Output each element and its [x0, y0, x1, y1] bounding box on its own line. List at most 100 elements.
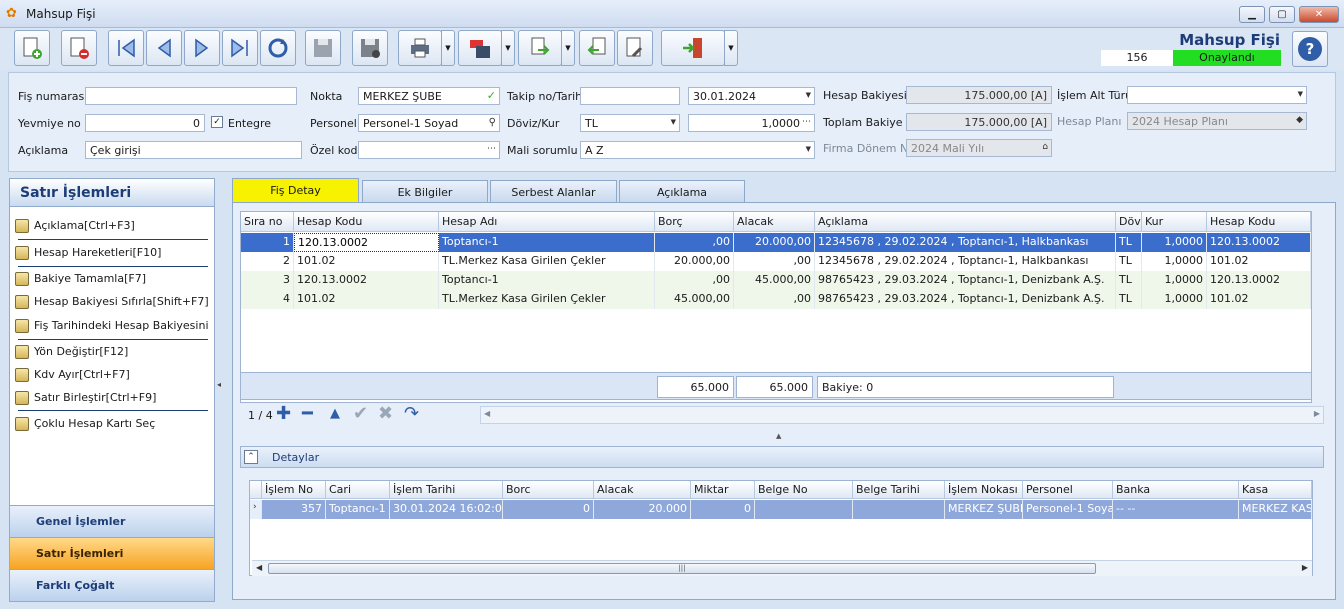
minimize-button[interactable]: ▁: [1239, 6, 1265, 23]
total-borc: 65.000: [657, 376, 734, 398]
nav-genel-islemler[interactable]: Genel İşlemler: [10, 505, 214, 537]
doviz-select[interactable]: TL ▼: [580, 114, 680, 132]
mali-select[interactable]: A Z ▼: [580, 141, 815, 159]
col-header[interactable]: Personel: [1023, 481, 1113, 499]
cell: 120.13.0002: [294, 271, 439, 290]
table-row[interactable]: › 357 Toptancı-1 30.01.2024 16:02:08 0 2…: [250, 500, 1312, 519]
col-header[interactable]: Borç: [655, 212, 734, 232]
nav-satir-islemleri[interactable]: Satır İşlemleri: [10, 537, 214, 569]
col-header[interactable]: Hesap Kodu: [1207, 212, 1311, 232]
print-button[interactable]: [398, 30, 442, 66]
save-close-button[interactable]: [352, 30, 388, 66]
tab-serbest-alanlar[interactable]: Serbest Alanlar: [490, 180, 617, 202]
export-button[interactable]: [518, 30, 562, 66]
tab-ek-bilgiler[interactable]: Ek Bilgiler: [362, 180, 488, 202]
refresh-row-icon[interactable]: ↷: [404, 405, 419, 423]
col-header[interactable]: Alacak: [734, 212, 815, 232]
prev-record-button[interactable]: [146, 30, 182, 66]
cancel-icon[interactable]: ✖: [378, 405, 393, 423]
col-header[interactable]: Hesap Kodu: [294, 212, 439, 232]
last-record-button[interactable]: [222, 30, 258, 66]
menu-fis-tarihindeki[interactable]: Fiş Tarihindeki Hesap Bakiyesini ...: [14, 316, 212, 338]
col-header[interactable]: Banka: [1113, 481, 1239, 499]
tarih-input[interactable]: 30.01.2024 ▼: [688, 87, 815, 105]
personel-input[interactable]: Personel-1 Soyad ⚲: [358, 114, 500, 132]
details-horizontal-scrollbar[interactable]: ◀ ||| ▶: [252, 560, 1312, 576]
menu-yon-degistir[interactable]: Yön Değiştir[F12]: [14, 342, 212, 364]
col-header[interactable]: Hesap Adı: [439, 212, 655, 232]
col-header[interactable]: Belge No: [755, 481, 853, 499]
col-header[interactable]: Sıra no: [241, 212, 294, 232]
menu-bakiye-tamamla[interactable]: Bakiye Tamamla[F7]: [14, 269, 212, 291]
menu-bakiye-sifirla[interactable]: Hesap Bakiyesi Sıfırla[Shift+F7]: [14, 292, 212, 314]
ozel-kod-input[interactable]: ⋯: [358, 141, 500, 159]
col-header[interactable]: Alacak: [594, 481, 691, 499]
confirm-icon[interactable]: ✔: [353, 405, 368, 423]
settings-button[interactable]: [617, 30, 653, 66]
col-header[interactable]: Belge Tarihi: [853, 481, 945, 499]
collapse-left-icon[interactable]: ◂: [217, 380, 225, 400]
close-button[interactable]: ✕: [1299, 6, 1339, 23]
entegre-checkbox[interactable]: ✓: [211, 116, 223, 128]
scroll-left-icon[interactable]: ◀: [256, 563, 262, 572]
move-up-icon[interactable]: ▲: [330, 405, 340, 423]
scroll-left-icon[interactable]: ◀: [484, 409, 490, 418]
col-header[interactable]: İşlem Tarihi: [390, 481, 503, 499]
menu-hesap-hareketleri[interactable]: Hesap Hareketleri[F10]: [14, 243, 212, 265]
table-row[interactable]: 4 101.02 TL.Merkez Kasa Girilen Çekler 4…: [241, 290, 1311, 309]
pdf-dropdown-icon[interactable]: ▼: [501, 30, 515, 66]
scroll-right-icon[interactable]: ▶: [1314, 409, 1320, 418]
next-record-button[interactable]: [184, 30, 220, 66]
refresh-button[interactable]: [260, 30, 296, 66]
col-header[interactable]: Cari: [326, 481, 390, 499]
col-header[interactable]: Miktar: [691, 481, 755, 499]
menu-satir-birlestir[interactable]: Satır Birleştir[Ctrl+F9]: [14, 388, 212, 410]
menu-kdv-ayir[interactable]: Kdv Ayır[Ctrl+F7]: [14, 365, 212, 387]
col-header[interactable]: Borc: [503, 481, 594, 499]
col-header[interactable]: Kasa: [1239, 481, 1312, 499]
cell[interactable]: 120.13.0002: [294, 233, 439, 252]
horizontal-scrollbar[interactable]: ◀ ▶: [480, 406, 1324, 424]
tab-aciklama[interactable]: Açıklama: [619, 180, 745, 202]
import-button[interactable]: [579, 30, 615, 66]
takip-input[interactable]: [580, 87, 680, 105]
col-header[interactable]: İşlem Nokası: [945, 481, 1023, 499]
exit-dropdown-icon[interactable]: ▼: [724, 30, 738, 66]
table-row[interactable]: 3 120.13.0002 Toptancı-1 ,00 45.000,00 9…: [241, 271, 1311, 290]
yevmiye-input[interactable]: 0: [85, 114, 205, 132]
add-row-icon[interactable]: ✚: [276, 405, 291, 423]
scroll-right-icon[interactable]: ▶: [1302, 563, 1308, 572]
first-record-button[interactable]: [108, 30, 144, 66]
exit-button[interactable]: [661, 30, 725, 66]
table-row[interactable]: 1 120.13.0002 Toptancı-1 ,00 20.000,00 1…: [241, 233, 1311, 252]
tab-fis-detay[interactable]: Fiş Detay: [232, 178, 359, 203]
menu-aciklama[interactable]: Açıklama[Ctrl+F3]: [14, 216, 212, 238]
remove-row-icon[interactable]: ━: [302, 405, 313, 423]
export-dropdown-icon[interactable]: ▼: [561, 30, 575, 66]
col-header[interactable]: Açıklama: [815, 212, 1116, 232]
col-header[interactable]: İşlem No: [262, 481, 326, 499]
kur-input[interactable]: 1,0000 ⋯: [688, 114, 815, 132]
maximize-button[interactable]: ▢: [1269, 6, 1295, 23]
nokta-label: Nokta: [310, 90, 343, 103]
col-header[interactable]: Dövi:: [1116, 212, 1142, 232]
print-dropdown-icon[interactable]: ▼: [441, 30, 455, 66]
help-button[interactable]: ?: [1292, 31, 1328, 67]
islem-alt-select[interactable]: ▼: [1127, 86, 1307, 104]
splitter-up-icon[interactable]: ▲: [776, 432, 781, 440]
nav-farkli-cogalt[interactable]: Farklı Çoğalt: [10, 569, 214, 601]
table-row[interactable]: 2 101.02 TL.Merkez Kasa Girilen Çekler 2…: [241, 252, 1311, 271]
menu-coklu-hesap[interactable]: Çoklu Hesap Kartı Seç: [14, 414, 212, 436]
fis-no-input[interactable]: [85, 87, 297, 105]
details-panel-header[interactable]: ⌃ Detaylar: [240, 446, 1324, 468]
aciklama-input[interactable]: Çek girişi: [85, 141, 302, 159]
scroll-thumb[interactable]: |||: [268, 563, 1096, 574]
col-header[interactable]: Kur: [1142, 212, 1207, 232]
pdf-save-button[interactable]: [458, 30, 502, 66]
cell: 98765423 , 29.03.2024 , Toptancı-1, Deni…: [815, 271, 1116, 290]
nokta-input[interactable]: MERKEZ ŞUBE ✓: [358, 87, 500, 105]
new-button[interactable]: [14, 30, 50, 66]
delete-button[interactable]: [61, 30, 97, 66]
save-button[interactable]: [305, 30, 341, 66]
collapse-details-icon[interactable]: ⌃: [244, 450, 258, 464]
